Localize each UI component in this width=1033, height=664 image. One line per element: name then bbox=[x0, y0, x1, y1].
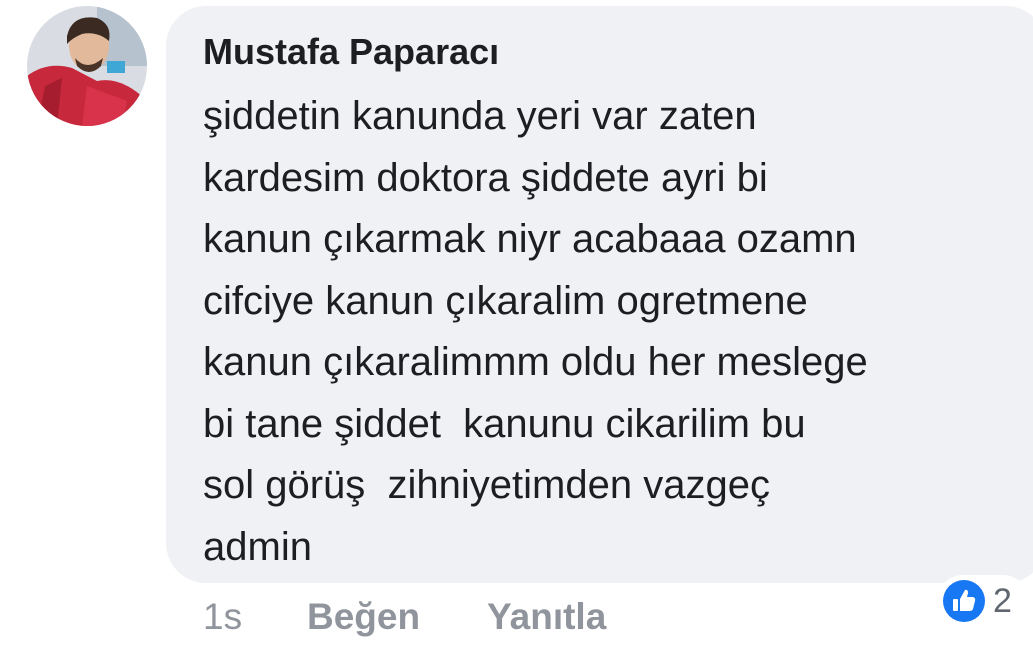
comment-line: kanun çıkarmak niyr acabaaa ozamn bbox=[203, 217, 857, 261]
author-name[interactable]: Mustafa Paparacı bbox=[203, 30, 499, 74]
comment-line: sol görüş zihniyetimden vazgeç bbox=[203, 463, 770, 507]
comment-text: şiddetin kanunda yeri var zaten kardesim… bbox=[203, 86, 1023, 578]
comment-line: şiddetin kanunda yeri var zaten bbox=[203, 94, 757, 138]
timestamp[interactable]: 1s bbox=[203, 595, 242, 639]
avatar[interactable] bbox=[27, 6, 147, 126]
avatar-photo bbox=[27, 6, 147, 126]
reaction-count: 2 bbox=[993, 582, 1012, 620]
like-button[interactable]: Beğen bbox=[307, 595, 420, 639]
comment-line: cifciye kanun çıkaralim ogretmene bbox=[203, 278, 808, 323]
comment-line: admin bbox=[203, 524, 312, 569]
reaction-summary[interactable]: 2 bbox=[937, 575, 1029, 627]
reply-button[interactable]: Yanıtla bbox=[487, 595, 606, 639]
comment-line: kanun çıkaralimmm oldu her meslege bbox=[203, 340, 868, 384]
comment-line: bi tane şiddet kanunu cikarilim bu bbox=[203, 401, 806, 446]
thumbs-up-icon bbox=[943, 580, 985, 622]
comment-line: kardesim doktora şiddete ayri bi bbox=[203, 155, 768, 200]
